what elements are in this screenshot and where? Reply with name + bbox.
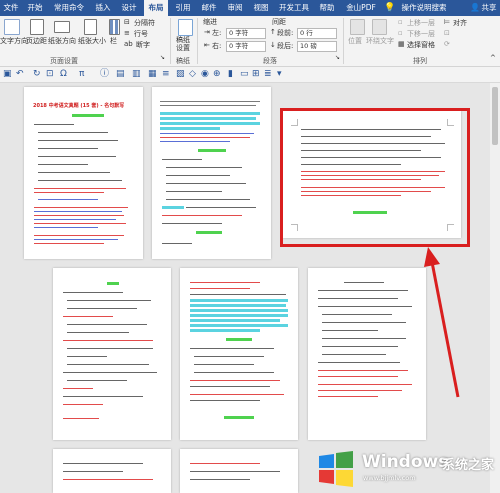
windows-logo-icon	[319, 451, 353, 487]
watermark-cn: 系统之家	[442, 458, 495, 473]
watermark-url: www.bjjmlv.com	[363, 474, 416, 482]
watermark-brand: Windows	[362, 452, 449, 472]
callout-arrow	[424, 247, 460, 398]
